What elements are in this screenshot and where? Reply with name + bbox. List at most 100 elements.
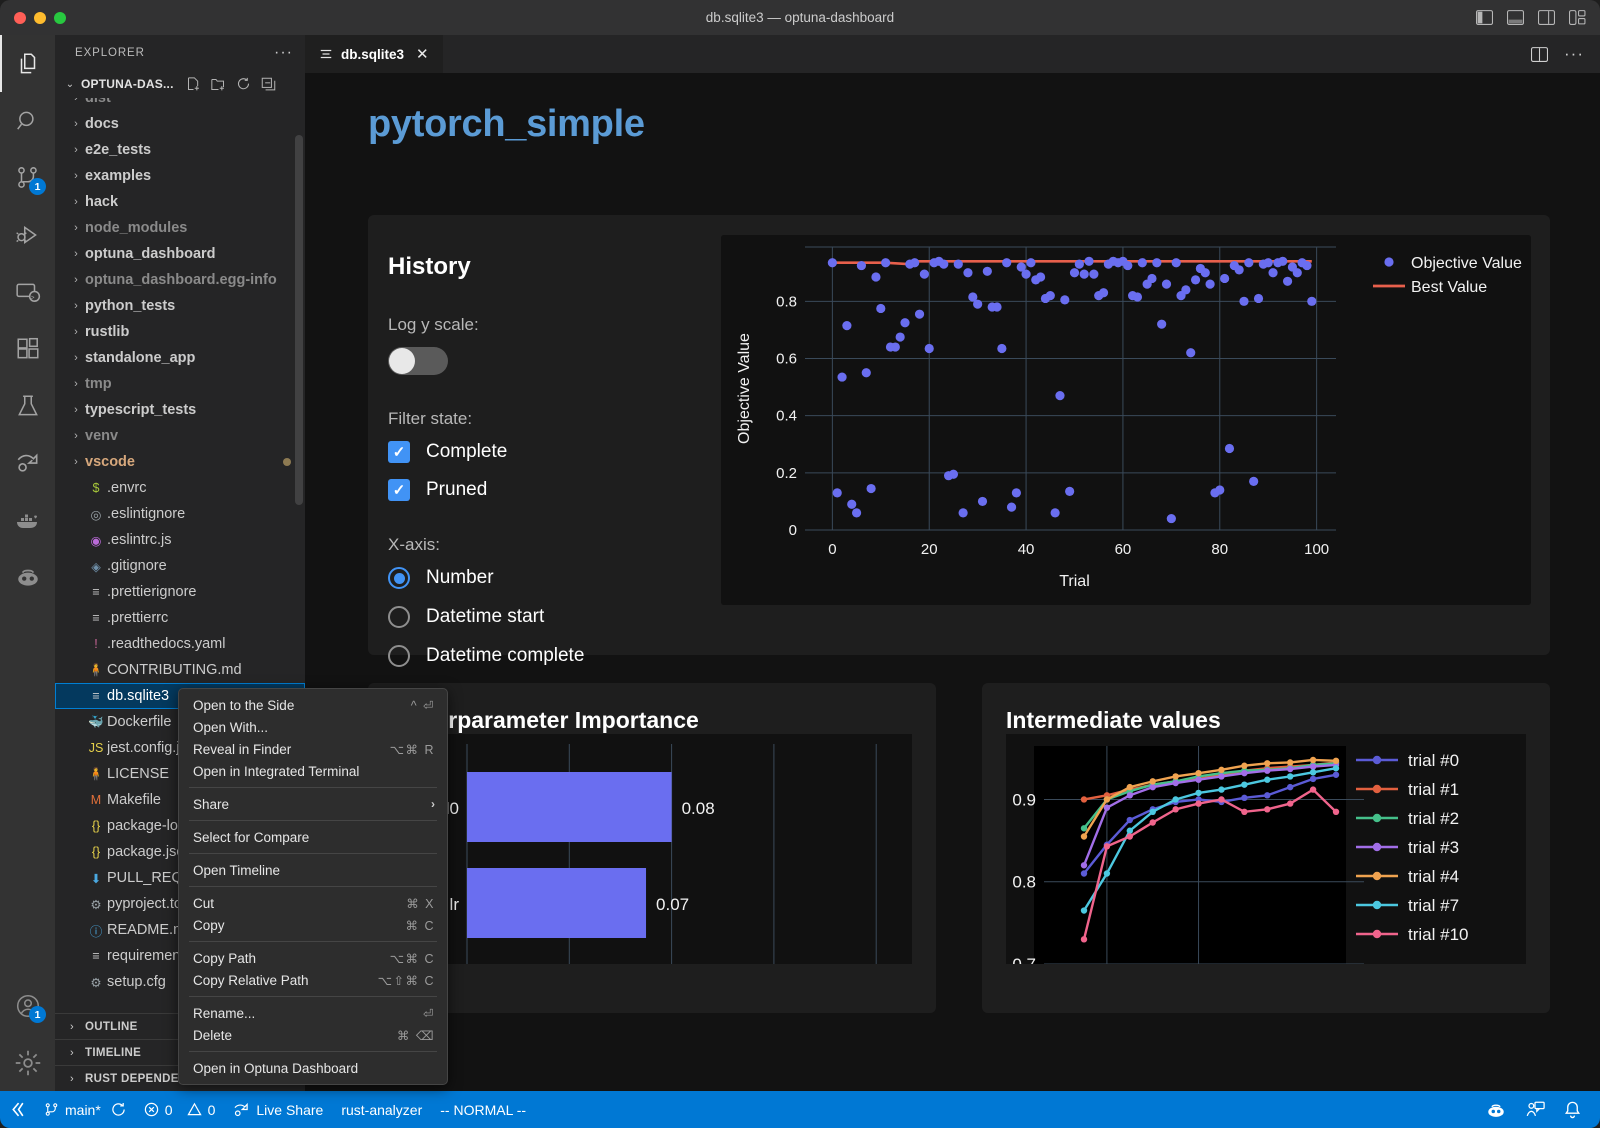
toggle-secondary-sidebar-icon[interactable] (1538, 10, 1555, 25)
tree-file-.prettierrc[interactable]: ≡ .prettierrc (55, 605, 305, 631)
menu-item-shortcut: ⌘ ⌫ (396, 1028, 435, 1043)
split-editor-icon[interactable] (1531, 46, 1549, 62)
tree-folder-tmp[interactable]: › tmp (55, 371, 305, 397)
menu-separator (189, 853, 437, 854)
tree-folder-typescript_tests[interactable]: › typescript_tests (55, 397, 305, 423)
collapse-all-icon[interactable] (261, 77, 276, 92)
intermediate-point (1241, 769, 1248, 777)
status-vim-mode[interactable]: -- NORMAL -- (431, 1091, 535, 1128)
explorer-more-actions-icon[interactable]: ··· (274, 44, 293, 62)
tree-folder-optuna_dashboard[interactable]: › optuna_dashboard (55, 241, 305, 267)
refresh-icon[interactable] (236, 77, 251, 92)
menu-item-open-with[interactable]: Open With... (179, 716, 447, 738)
tree-folder-rustlib[interactable]: › rustlib (55, 319, 305, 345)
status-branch[interactable]: main* (35, 1091, 135, 1128)
x-tick-label: 80 (1211, 541, 1228, 558)
radio-x-axis-datetime-start[interactable]: Datetime start (388, 606, 658, 628)
panel-label-rust-dependencies: RUST DEPENDE (85, 1072, 179, 1085)
menu-item-cut[interactable]: Cut ⌘ X (179, 892, 447, 914)
menu-item-copy-relative-path[interactable]: Copy Relative Path ⌥⇧⌘ C (179, 969, 447, 991)
intermediate-values-line-chart[interactable]: 0.7 0.8 0.9 trial #0 trial #1 trial #2 trial #… (1006, 734, 1526, 974)
menu-item-share[interactable]: Share › (179, 793, 447, 815)
new-folder-icon[interactable] (210, 77, 226, 92)
tree-folder-standalone_app[interactable]: › standalone_app (55, 345, 305, 371)
accounts-badge: 1 (29, 1006, 46, 1023)
activitybar-item-docker[interactable] (0, 491, 55, 548)
menu-item-copy[interactable]: Copy ⌘ C (179, 914, 447, 936)
menu-item-open-in-integrated-terminal[interactable]: Open in Integrated Terminal (179, 760, 447, 782)
radio-x-axis-datetime-complete[interactable]: Datetime complete (388, 645, 658, 667)
menu-item-label: Select for Compare (193, 829, 310, 845)
tree-folder-examples[interactable]: › examples (55, 163, 305, 189)
menu-item-reveal-in-finder[interactable]: Reveal in Finder ⌥⌘ R (179, 738, 447, 760)
intermediate-point (1286, 800, 1294, 807)
tree-file-CONTRIBUTING.md[interactable]: 🧍 CONTRIBUTING.md (55, 657, 305, 683)
status-copilot[interactable] (1476, 1091, 1516, 1128)
activitybar-item-accounts[interactable]: 1 (0, 977, 55, 1034)
tree-file-.eslintignore[interactable]: ◎ .eslintignore (55, 501, 305, 527)
tree-folder-node_modules[interactable]: › node_modules (55, 215, 305, 241)
more-actions-icon[interactable]: ··· (1564, 44, 1584, 64)
menu-item-copy-path[interactable]: Copy Path ⌥⌘ C (179, 947, 447, 969)
y-tick-label: 0 (789, 522, 797, 539)
menu-item-open-to-the-side[interactable]: Open to the Side ^ ⏎ (179, 694, 447, 716)
sidebar-scrollbar[interactable] (295, 135, 303, 505)
filter-checkbox-complete[interactable]: ✓ Complete (388, 441, 658, 463)
status-notifications[interactable] (1554, 1091, 1600, 1128)
tree-file-.readthedocs.yaml[interactable]: ! .readthedocs.yaml (55, 631, 305, 657)
activitybar-item-search[interactable] (0, 92, 55, 149)
status-problems[interactable]: 0 0 (135, 1091, 225, 1128)
scatter-point (910, 258, 920, 268)
close-icon[interactable]: ✕ (416, 45, 429, 63)
activitybar-item-github-copilot[interactable] (0, 548, 55, 605)
menu-item-label: Copy Relative Path (193, 972, 309, 988)
tree-item-label: dist (85, 98, 111, 106)
menu-item-select-for-compare[interactable]: Select for Compare (179, 826, 447, 848)
new-file-icon[interactable] (186, 76, 201, 92)
tree-folder-docs[interactable]: › docs (55, 111, 305, 137)
activitybar-item-settings[interactable] (0, 1034, 55, 1091)
activitybar-item-live-share[interactable] (0, 434, 55, 491)
toggle-primary-sidebar-icon[interactable] (1476, 10, 1493, 25)
activitybar-item-testing[interactable] (0, 377, 55, 434)
status-live-share[interactable]: Live Share (224, 1091, 332, 1128)
activitybar-item-extensions[interactable] (0, 320, 55, 377)
tree-folder-e2e_tests[interactable]: › e2e_tests (55, 137, 305, 163)
tree-folder-dist[interactable]: › dist (55, 98, 305, 111)
status-feedback[interactable] (1516, 1091, 1554, 1128)
activitybar-item-source-control[interactable]: 1 (0, 149, 55, 206)
menu-item-delete[interactable]: Delete ⌘ ⌫ (179, 1024, 447, 1046)
menu-item-open-in-optuna-dashboard[interactable]: Open in Optuna Dashboard (179, 1057, 447, 1079)
file-context-menu[interactable]: Open to the Side ^ ⏎ Open With... Reveal in… (178, 688, 448, 1085)
scatter-point (1190, 275, 1201, 285)
activitybar-item-run-and-debug[interactable] (0, 206, 55, 263)
tree-file-.envrc[interactable]: $ .envrc (55, 475, 305, 501)
customize-layout-icon[interactable] (1569, 10, 1586, 25)
importance-bar-chart[interactable]: dropout_l00.08lr0.07 (379, 734, 912, 964)
menu-item-open-timeline[interactable]: Open Timeline (179, 859, 447, 881)
tree-file-.eslintrc.js[interactable]: ◉ .eslintrc.js (55, 527, 305, 553)
history-scatter-plot[interactable]: 0 20 40 60 80 100 0 0.2 0.4 0.6 0.8 Objective Value… (721, 235, 1531, 605)
tree-file-.gitignore[interactable]: ◈ .gitignore (55, 553, 305, 579)
menu-item-rename[interactable]: Rename... ⏎ (179, 1002, 447, 1024)
tree-folder-python_tests[interactable]: › python_tests (55, 293, 305, 319)
tree-folder-hack[interactable]: › hack (55, 189, 305, 215)
tree-folder-venv[interactable]: › venv (55, 423, 305, 449)
tree-folder-vscode[interactable]: › vscode (55, 449, 305, 475)
activitybar-item-remote-explorer[interactable]: >_ (0, 263, 55, 320)
status-remote-indicator[interactable] (0, 1091, 35, 1128)
filter-checkbox-pruned[interactable]: ✓ Pruned (388, 479, 658, 501)
workspace-root-row[interactable]: ⌄ OPTUNA-DAS... (55, 70, 305, 98)
title-bar: db.sqlite3 — optuna-dashboard (0, 0, 1600, 35)
status-language-server[interactable]: rust-analyzer (332, 1091, 431, 1128)
tree-file-.prettierignore[interactable]: ≡ .prettierignore (55, 579, 305, 605)
tab-db-sqlite3[interactable]: db.sqlite3 ✕ (305, 35, 444, 73)
toggle-panel-icon[interactable] (1507, 10, 1524, 25)
activitybar-item-explorer[interactable] (0, 35, 55, 92)
tree-folder-optuna_dashboard.egg-info[interactable]: › optuna_dashboard.egg-info (55, 267, 305, 293)
radio-label-number: Number (426, 567, 494, 588)
importance-bar (467, 868, 647, 938)
radio-x-axis-number[interactable]: Number (388, 567, 658, 589)
chevron-down-icon: ⌄ (65, 78, 75, 90)
log-y-scale-toggle[interactable] (388, 347, 448, 375)
